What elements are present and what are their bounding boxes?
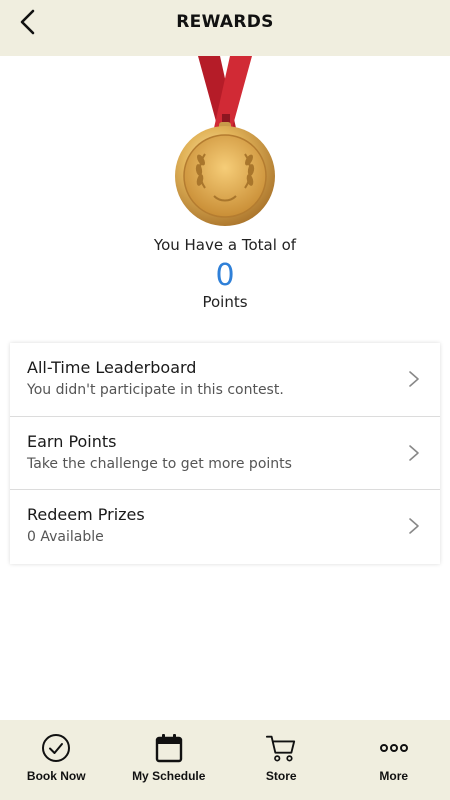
redeem-prizes-row[interactable]: Redeem Prizes 0 Available bbox=[10, 490, 440, 564]
tab-label: My Schedule bbox=[132, 769, 206, 783]
points-value: 0 bbox=[215, 258, 235, 293]
back-button[interactable] bbox=[14, 8, 42, 36]
chevron-right-icon bbox=[409, 371, 419, 387]
calendar-icon bbox=[153, 732, 185, 764]
chevron-right-icon bbox=[409, 444, 419, 461]
tab-label: Store bbox=[265, 769, 297, 783]
points-unit-label: Points bbox=[202, 293, 248, 311]
tab-label: More bbox=[379, 769, 409, 783]
gold-medal-icon bbox=[170, 56, 280, 231]
rewards-menu-card: All-Time Leaderboard You didn't particip… bbox=[10, 343, 440, 564]
check-circle-icon bbox=[40, 732, 72, 764]
row-title: Redeem Prizes bbox=[27, 505, 145, 524]
row-title: All-Time Leaderboard bbox=[27, 358, 197, 377]
chevron-right-icon bbox=[409, 518, 419, 534]
page-title: REWARDS bbox=[176, 12, 274, 32]
tab-book-now[interactable]: Book Now bbox=[0, 720, 113, 800]
leaderboard-row[interactable]: All-Time Leaderboard You didn't particip… bbox=[10, 343, 440, 417]
cart-icon bbox=[265, 732, 297, 764]
row-subtitle: 0 Available bbox=[27, 529, 104, 545]
tab-label: Book Now bbox=[26, 769, 86, 783]
tab-my-schedule[interactable]: My Schedule bbox=[113, 720, 226, 800]
tab-store[interactable]: Store bbox=[225, 720, 338, 800]
bottom-tab-bar: Book Now My Schedule Store More bbox=[0, 720, 450, 800]
row-subtitle: Take the challenge to get more points bbox=[27, 455, 292, 472]
earn-points-row[interactable]: Earn Points Take the challenge to get mo… bbox=[10, 417, 440, 490]
tab-more[interactable]: More bbox=[338, 720, 450, 800]
row-title: Earn Points bbox=[27, 431, 117, 451]
back-arrow-icon bbox=[20, 9, 35, 35]
top-header: REWARDS bbox=[0, 0, 450, 56]
more-dots-icon bbox=[378, 732, 410, 764]
total-points-label: You Have a Total of bbox=[153, 236, 297, 254]
row-subtitle: You didn't participate in this contest. bbox=[27, 382, 284, 398]
